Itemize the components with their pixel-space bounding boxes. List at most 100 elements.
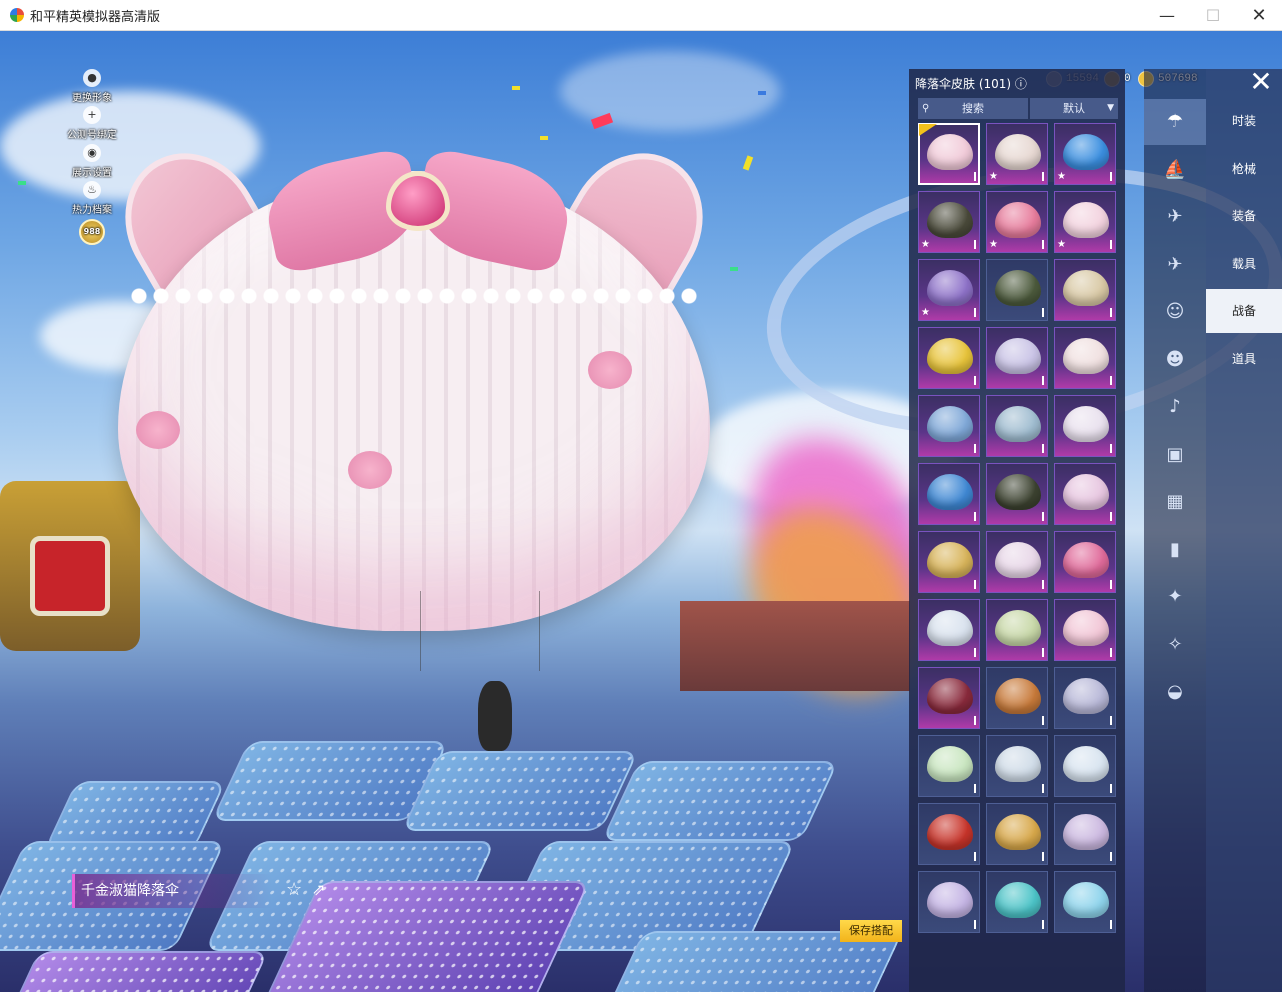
skin-item[interactable] — [918, 327, 980, 389]
window-title: 和平精英模拟器高清版 — [30, 9, 161, 25]
count-marker — [1042, 444, 1044, 453]
eye-icon: ◉ — [83, 144, 101, 162]
skin-item[interactable] — [1054, 463, 1116, 525]
display-settings-button[interactable]: ◉ 展示设置 — [62, 144, 122, 179]
count-marker — [1110, 852, 1112, 861]
ufo-icon[interactable]: ◒ — [1144, 669, 1206, 715]
count-marker — [1042, 172, 1044, 181]
skin-item[interactable] — [986, 803, 1048, 865]
window-close-button[interactable]: ✕ — [1236, 0, 1282, 31]
skin-item[interactable]: ★ — [986, 191, 1048, 253]
minimize-button[interactable]: — — [1144, 0, 1190, 31]
skin-item[interactable]: ★ — [918, 259, 980, 321]
change-appearance-button[interactable]: ● 更换形象 — [62, 69, 122, 104]
emote-icon[interactable]: ☺ — [1144, 289, 1206, 335]
skin-item[interactable] — [1054, 531, 1116, 593]
skin-item[interactable] — [918, 871, 980, 933]
category-4[interactable]: 战备 — [1206, 289, 1282, 333]
parachute-thumbnail-icon — [995, 474, 1041, 510]
skin-item[interactable]: ★ — [918, 191, 980, 253]
item-name-label: 千金淑猫降落伞 — [72, 874, 272, 908]
sort-dropdown[interactable]: 默认 ▼ — [1030, 98, 1118, 119]
floor-tile — [401, 751, 639, 831]
parachute-thumbnail-icon — [1063, 610, 1109, 646]
skin-item[interactable] — [1054, 599, 1116, 661]
skin-item[interactable] — [918, 735, 980, 797]
skin-item[interactable] — [986, 327, 1048, 389]
skin-item[interactable] — [986, 395, 1048, 457]
robot-icon[interactable]: ☻ — [1144, 337, 1206, 383]
drone-icon[interactable]: ✈ — [1144, 194, 1206, 240]
count-marker — [1042, 308, 1044, 317]
skin-item[interactable] — [986, 735, 1048, 797]
skin-grid: ★ ★ ★ ★ ★ ★ — [918, 123, 1118, 933]
skin-item[interactable] — [918, 123, 980, 185]
extinguisher-icon[interactable]: ▮ — [1144, 527, 1206, 573]
count-marker — [974, 240, 976, 249]
skin-item[interactable] — [1054, 871, 1116, 933]
favorite-icon[interactable]: ☆ — [286, 879, 302, 900]
photo-icon[interactable]: ▦ — [1144, 479, 1206, 525]
category-3[interactable]: 载具 — [1206, 242, 1282, 286]
skin-item[interactable]: ★ — [1054, 123, 1116, 185]
skin-item[interactable] — [986, 667, 1048, 729]
parachute-thumbnail-icon — [1063, 814, 1109, 850]
skin-item[interactable] — [918, 803, 980, 865]
skin-item[interactable] — [918, 531, 980, 593]
magic-wand-icon[interactable]: ✧ — [1144, 622, 1206, 668]
save-outfit-button[interactable]: 保存搭配 — [840, 920, 902, 942]
sparkle-icon[interactable]: ✦ — [1144, 574, 1206, 620]
category-0[interactable]: 时装 — [1206, 99, 1282, 143]
share-icon[interactable]: ⇗ — [312, 880, 325, 899]
close-icon[interactable]: ✕ — [1246, 68, 1276, 99]
parachute-preview[interactable] — [99, 128, 729, 631]
skin-item[interactable]: ★ — [1054, 191, 1116, 253]
skin-item[interactable] — [1054, 735, 1116, 797]
search-input[interactable]: ⚲ 搜索 — [918, 98, 1028, 119]
parachute-thumbnail-icon — [1063, 746, 1109, 782]
count-marker — [1042, 512, 1044, 521]
count-marker — [974, 512, 976, 521]
level-badge-button[interactable]: 988 — [62, 219, 122, 245]
skin-item[interactable] — [1054, 259, 1116, 321]
skin-item[interactable]: ★ — [986, 123, 1048, 185]
skin-item[interactable] — [986, 531, 1048, 593]
category-1[interactable]: 枪械 — [1206, 147, 1282, 191]
skin-item[interactable] — [1054, 803, 1116, 865]
count-marker — [974, 648, 976, 657]
sub-category-tabs: ☂ ⛵ ✈ ✈ ☺ ☻ ♪ ▣ ▦ ▮ ✦ ✧ ◒ — [1144, 69, 1206, 992]
count-marker — [974, 784, 976, 793]
skin-item[interactable] — [918, 395, 980, 457]
parachute-icon[interactable]: ☂ — [1144, 99, 1206, 145]
count-marker — [974, 920, 976, 929]
bind-account-button[interactable]: + 公测号绑定 — [62, 106, 122, 141]
skin-item[interactable] — [986, 259, 1048, 321]
count-marker — [974, 852, 976, 861]
skin-item[interactable] — [986, 599, 1048, 661]
skin-item[interactable] — [1054, 667, 1116, 729]
count-marker — [1042, 648, 1044, 657]
parachute-thumbnail-icon — [995, 610, 1041, 646]
skin-item[interactable] — [1054, 395, 1116, 457]
skin-item[interactable] — [986, 871, 1048, 933]
maximize-button[interactable]: ☐ — [1190, 0, 1236, 31]
chat-bubble-icon[interactable]: ▣ — [1144, 432, 1206, 478]
skin-item[interactable] — [918, 599, 980, 661]
skin-item[interactable] — [918, 667, 980, 729]
skin-item[interactable] — [918, 463, 980, 525]
panel-title: 降落伞皮肤 (101) ⓘ — [915, 77, 1027, 91]
parachute-thumbnail-icon — [1063, 202, 1109, 238]
plane-icon[interactable]: ✈ — [1144, 242, 1206, 288]
boat-icon[interactable]: ⛵ — [1144, 147, 1206, 193]
category-5[interactable]: 道具 — [1206, 337, 1282, 381]
speaker-icon[interactable]: ♪ — [1144, 384, 1206, 430]
skin-item[interactable] — [986, 463, 1048, 525]
star-icon: ★ — [989, 171, 998, 182]
count-marker — [974, 444, 976, 453]
parachute-thumbnail-icon — [1063, 406, 1109, 442]
heat-profile-button[interactable]: ♨ 热力档案 — [62, 181, 122, 216]
parachute-thumbnail-icon — [927, 474, 973, 510]
count-marker — [1110, 716, 1112, 725]
skin-item[interactable] — [1054, 327, 1116, 389]
category-2[interactable]: 装备 — [1206, 194, 1282, 238]
